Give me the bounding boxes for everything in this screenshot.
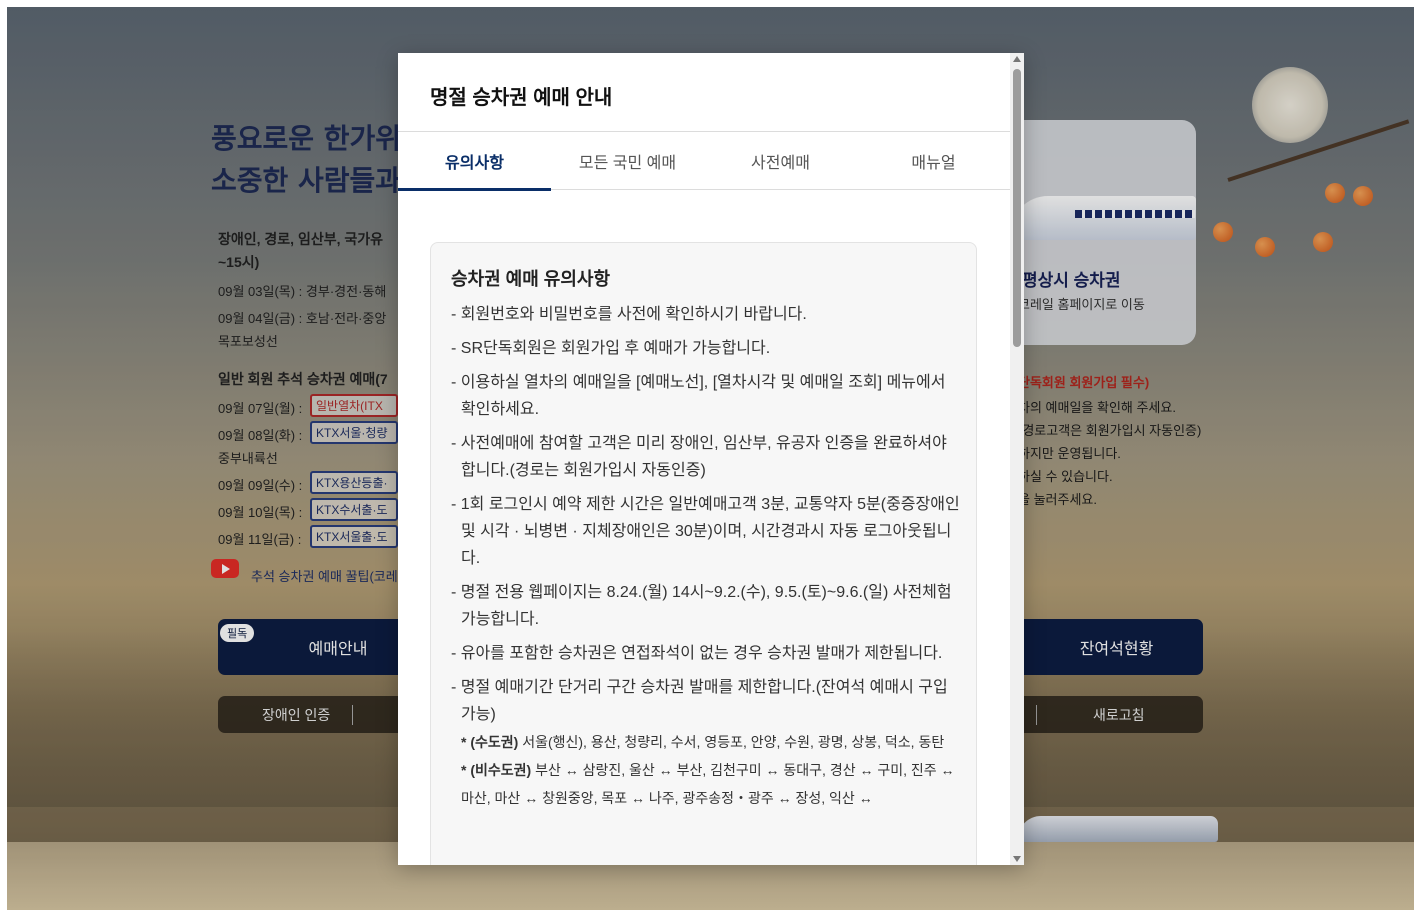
tab-pre-booking[interactable]: 사전예매 xyxy=(704,132,857,190)
notice-item: - 사전예매에 참여할 고객은 미리 장애인, 임산부, 유공자 인증을 완료하… xyxy=(451,435,947,479)
notice-sub-item: * (비수도권) 부산 ↔ 삼랑진, 울산 ↔ 부산, 김천구미 ↔ 동대구, … xyxy=(451,756,961,812)
notice-item: - 유아를 포함한 승차권은 연접좌석이 없는 경우 승차권 발매가 제한됩니다… xyxy=(451,645,943,662)
modal-scrollbar[interactable] xyxy=(1010,53,1024,865)
notice-item: - 1회 로그인시 예약 제한 시간은 일반예매고객 3분, 교통약자 5분(중… xyxy=(451,496,960,567)
notice-sub-label: * (수도권) xyxy=(461,734,519,750)
notice-box: 승차권 예매 유의사항 - 회원번호와 비밀번호를 사전에 확인하시기 바랍니다… xyxy=(430,242,977,865)
tab-all-citizens-booking[interactable]: 모든 국민 예매 xyxy=(551,132,704,190)
tab-manual[interactable]: 매뉴얼 xyxy=(857,132,1010,190)
notice-item: - SR단독회원은 회원가입 후 예매가 가능합니다. xyxy=(451,340,771,357)
tab-notice[interactable]: 유의사항 xyxy=(398,132,551,191)
modal-title: 명절 승차권 예매 안내 xyxy=(430,87,613,109)
notice-item: - 회원번호와 비밀번호를 사전에 확인하시기 바랍니다. xyxy=(451,306,807,323)
scrollbar-thumb[interactable] xyxy=(1013,69,1021,347)
notice-title: 승차권 예매 유의사항 xyxy=(451,269,611,289)
notice-item: - 이용하실 열차의 예매일을 [예매노선], [열차시각 및 예매일 조회] … xyxy=(451,374,946,418)
notice-item: - 명절 전용 웹페이지는 8.24.(월) 14시~9.2.(수), 9.5.… xyxy=(451,584,952,628)
notice-sub-text: 부산 ↔ 삼랑진, 울산 ↔ 부산, 김천구미 ↔ 동대구, 경산 ↔ 구미, … xyxy=(461,762,955,806)
notice-sub-label: * (비수도권) xyxy=(461,762,532,778)
scroll-down-arrow-icon[interactable] xyxy=(1013,856,1021,862)
booking-guide-modal: 명절 승차권 예매 안내 유의사항 모든 국민 예매 사전예매 매뉴얼 승차권 … xyxy=(398,53,1024,865)
modal-tabs: 유의사항 모든 국민 예매 사전예매 매뉴얼 xyxy=(398,132,1010,191)
notice-sub-text: 서울(행신), 용산, 청량리, 수서, 영등포, 안양, 수원, 광명, 상봉… xyxy=(518,734,945,750)
notice-list: - 회원번호와 비밀번호를 사전에 확인하시기 바랍니다. - SR단독회원은 … xyxy=(451,301,961,812)
notice-sub-item: * (수도권) 서울(행신), 용산, 청량리, 수서, 영등포, 안양, 수원… xyxy=(451,728,961,756)
scroll-up-arrow-icon[interactable] xyxy=(1013,56,1021,62)
notice-item: - 명절 예매기간 단거리 구간 승차권 발매를 제한합니다.(잔여석 예매시 … xyxy=(451,679,948,723)
